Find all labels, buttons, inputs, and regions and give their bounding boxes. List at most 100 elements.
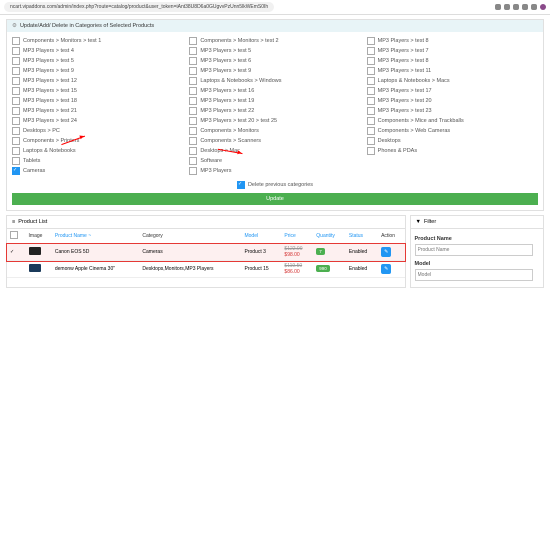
checkbox-icon[interactable] [189, 97, 197, 105]
category-item[interactable]: Components > Printers [12, 137, 183, 145]
table-row[interactable]: demonw Apple Cinema 30"Desktops,Monitors… [7, 261, 405, 278]
checkbox-icon[interactable] [189, 47, 197, 55]
checkbox-icon[interactable] [12, 157, 20, 165]
col-price[interactable]: Price [281, 229, 313, 244]
category-item[interactable]: MP3 Players > test 8 [367, 37, 538, 45]
category-item[interactable]: MP3 Players > test 5 [189, 47, 360, 55]
row-check[interactable] [7, 261, 26, 278]
checkbox-icon[interactable] [189, 107, 197, 115]
category-item[interactable]: MP3 Players > test 16 [189, 87, 360, 95]
category-item[interactable]: MP3 Players > test 11 [367, 67, 538, 75]
category-item[interactable]: Components > Mice and Trackballs [367, 117, 538, 125]
checkbox-icon[interactable] [189, 57, 197, 65]
checkbox-icon[interactable] [12, 67, 20, 75]
col-name[interactable]: Product Name ~ [52, 229, 140, 244]
checkbox-icon[interactable] [367, 37, 375, 45]
checkbox-icon[interactable] [367, 117, 375, 125]
checkbox-icon[interactable] [12, 57, 20, 65]
address-bar[interactable]: ncart.vipaddons.com/admin/index.php?rout… [4, 2, 274, 12]
category-item[interactable]: MP3 Players > test 8 [367, 57, 538, 65]
category-item[interactable]: MP3 Players > test 9 [189, 67, 360, 75]
checkbox-icon[interactable] [367, 77, 375, 85]
ext-icon[interactable] [513, 4, 519, 10]
checkbox-icon[interactable] [12, 77, 20, 85]
category-item[interactable]: Components > Scanners [189, 137, 360, 145]
edit-button[interactable]: ✎ [381, 264, 391, 274]
checkbox-icon[interactable] [367, 57, 375, 65]
col-check[interactable] [7, 229, 26, 244]
checkbox-icon[interactable] [12, 117, 20, 125]
checkbox-icon[interactable] [189, 167, 197, 175]
checkbox-icon[interactable] [189, 77, 197, 85]
checkbox-icon[interactable] [367, 107, 375, 115]
checkbox-icon[interactable] [12, 107, 20, 115]
category-item[interactable]: Cameras [12, 167, 183, 175]
checkbox-icon[interactable] [367, 47, 375, 55]
category-item[interactable]: Desktops > Mac [189, 147, 360, 155]
checkbox-icon[interactable] [12, 167, 20, 175]
checkbox-icon[interactable] [189, 147, 197, 155]
category-item[interactable]: Components > Monitors > test 2 [189, 37, 360, 45]
category-item[interactable]: MP3 Players > test 19 [189, 97, 360, 105]
col-model[interactable]: Model [241, 229, 281, 244]
category-item[interactable]: MP3 Players > test 7 [367, 47, 538, 55]
table-row[interactable]: ✓Canon EOS 5DCamerasProduct 3$122.00$98.… [7, 244, 405, 261]
category-item[interactable]: MP3 Players [189, 167, 360, 175]
category-item[interactable]: MP3 Players > test 17 [367, 87, 538, 95]
filter-pn-input[interactable] [415, 244, 533, 256]
checkbox-icon[interactable] [189, 137, 197, 145]
category-item[interactable]: MP3 Players > test 24 [12, 117, 183, 125]
category-item[interactable]: Laptops & Notebooks > Windows [189, 77, 360, 85]
checkbox-icon[interactable] [189, 127, 197, 135]
category-item[interactable]: MP3 Players > test 15 [12, 87, 183, 95]
category-item[interactable]: Desktops [367, 137, 538, 145]
category-item[interactable]: Components > Monitors [189, 127, 360, 135]
category-item[interactable]: MP3 Players > test 12 [12, 77, 183, 85]
edit-button[interactable]: ✎ [381, 247, 391, 257]
checkbox-icon[interactable] [189, 117, 197, 125]
category-item[interactable]: MP3 Players > test 20 > test 25 [189, 117, 360, 125]
ext-icon[interactable] [495, 4, 501, 10]
category-item[interactable]: MP3 Players > test 4 [12, 47, 183, 55]
checkbox-icon[interactable] [12, 37, 20, 45]
category-item[interactable]: Laptops & Notebooks [12, 147, 183, 155]
ext-icon[interactable] [504, 4, 510, 10]
checkbox-icon[interactable] [12, 147, 20, 155]
category-item[interactable]: MP3 Players > test 23 [367, 107, 538, 115]
category-item[interactable]: Tablets [12, 157, 183, 165]
category-item[interactable]: MP3 Players > test 5 [12, 57, 183, 65]
checkbox-icon[interactable] [12, 127, 20, 135]
checkbox-icon[interactable] [189, 157, 197, 165]
category-item[interactable]: MP3 Players > test 18 [12, 97, 183, 105]
profile-avatar[interactable] [540, 4, 546, 10]
checkbox-icon[interactable] [12, 47, 20, 55]
category-item[interactable]: MP3 Players > test 9 [12, 67, 183, 75]
checkbox-icon[interactable] [12, 87, 20, 95]
update-button[interactable]: Update [12, 193, 538, 205]
ext-icon[interactable] [522, 4, 528, 10]
category-item[interactable]: Software [189, 157, 360, 165]
col-qty[interactable]: Quantity [313, 229, 346, 244]
category-item[interactable]: Laptops & Notebooks > Macs [367, 77, 538, 85]
delete-prev-checkbox[interactable] [237, 181, 245, 189]
category-item[interactable]: MP3 Players > test 20 [367, 97, 538, 105]
category-item[interactable]: Desktops > PC [12, 127, 183, 135]
col-status[interactable]: Status [346, 229, 378, 244]
ext-icon[interactable] [531, 4, 537, 10]
category-item[interactable]: Components > Web Cameras [367, 127, 538, 135]
checkbox-icon[interactable] [189, 87, 197, 95]
checkbox-icon[interactable] [12, 137, 20, 145]
filter-model-input[interactable] [415, 269, 533, 281]
row-check[interactable]: ✓ [7, 244, 26, 261]
checkbox-icon[interactable] [367, 97, 375, 105]
checkbox-icon[interactable] [367, 147, 375, 155]
checkbox-icon[interactable] [367, 67, 375, 75]
category-item[interactable]: MP3 Players > test 6 [189, 57, 360, 65]
category-item[interactable]: Components > Monitors > test 1 [12, 37, 183, 45]
checkbox-icon[interactable] [367, 137, 375, 145]
checkbox-icon[interactable] [367, 87, 375, 95]
checkbox-icon[interactable] [189, 37, 197, 45]
category-item[interactable]: MP3 Players > test 21 [12, 107, 183, 115]
checkbox-icon[interactable] [12, 97, 20, 105]
checkbox-icon[interactable] [189, 67, 197, 75]
